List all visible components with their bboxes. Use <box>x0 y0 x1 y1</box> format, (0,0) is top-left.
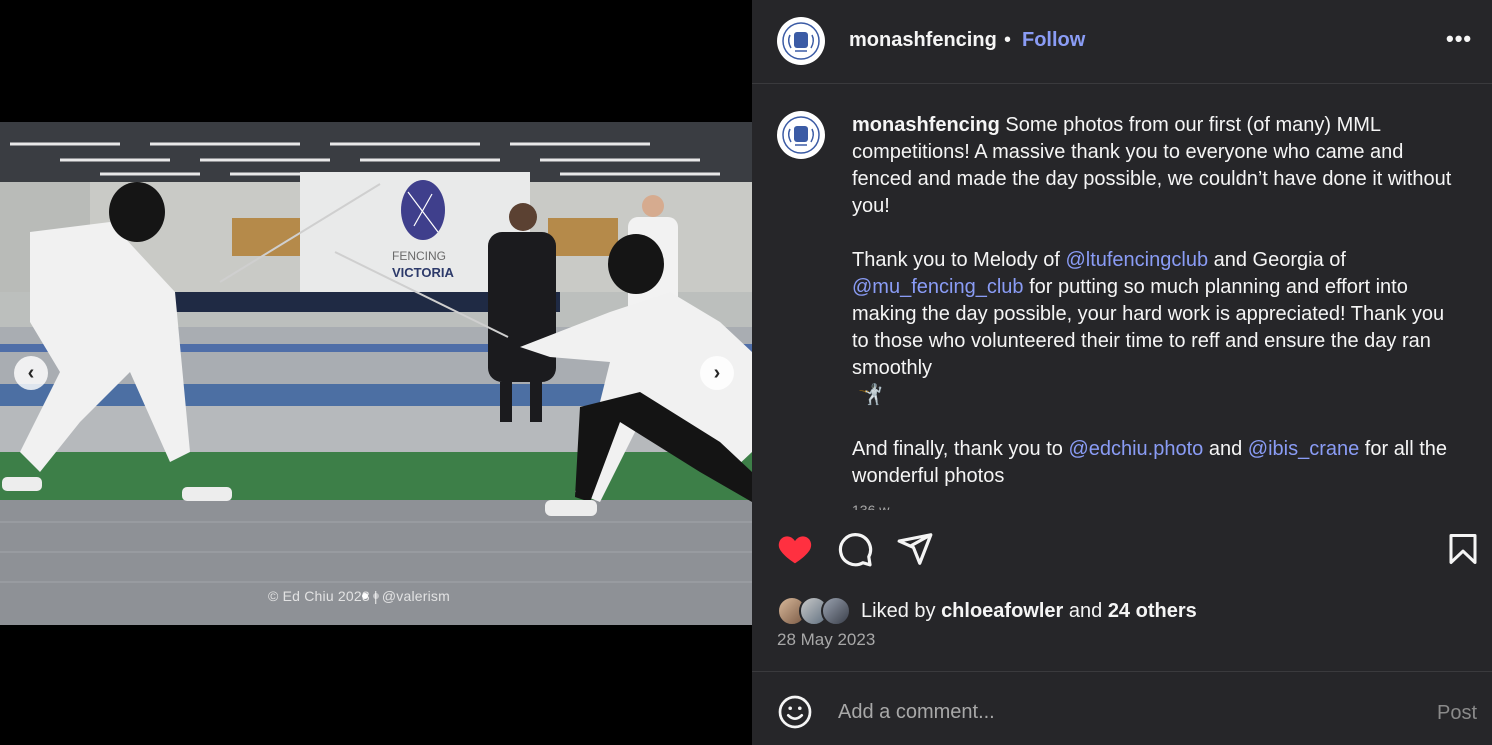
caption-author[interactable]: monashfencing <box>852 114 1000 136</box>
action-bar <box>752 530 1492 578</box>
caption-section: monashfencing Some photos from our first… <box>752 84 1492 510</box>
caption-paragraph: Thank you to Melody of @ltufencingclub a… <box>852 247 1452 409</box>
carousel-dot <box>362 593 368 599</box>
bookmark-icon[interactable] <box>1445 530 1481 573</box>
avatar[interactable] <box>777 17 825 65</box>
comment-composer: Post <box>752 672 1492 745</box>
caption-text: And finally, thank you to <box>852 438 1069 460</box>
chevron-right-icon[interactable]: › <box>700 356 734 390</box>
separator-dot: • <box>1004 29 1012 51</box>
comment-icon[interactable] <box>836 530 874 573</box>
chevron-left-icon[interactable]: ‹ <box>14 356 48 390</box>
caption-text: and <box>1203 438 1248 460</box>
liked-by-user[interactable]: chloeafowler <box>941 600 1063 622</box>
mention-link[interactable]: @ltufencingclub <box>1065 249 1208 271</box>
mention-link[interactable]: @ibis_crane <box>1248 438 1359 460</box>
liked-by-and: and <box>1063 599 1108 622</box>
fencing-emoji-icon: 🤺 <box>858 384 883 406</box>
carousel-dot <box>373 593 379 599</box>
post-panel: monashfencing • Follow ••• monashfencing… <box>752 0 1492 745</box>
banner-line-1: FENCING <box>392 249 446 263</box>
carousel-dots <box>362 593 379 599</box>
likes-summary: Liked by chloeafowler and 24 others <box>777 595 1197 627</box>
comment-input[interactable] <box>836 700 1380 725</box>
club-logo-icon <box>782 116 820 154</box>
post-photo: FENCING VICTORIA <box>0 122 752 625</box>
mention-link[interactable]: @edchiu.photo <box>1068 438 1203 460</box>
post-header: monashfencing • Follow ••• <box>752 0 1492 84</box>
banner-line-2: VICTORIA <box>392 265 454 280</box>
heart-icon[interactable] <box>776 530 814 573</box>
post-author[interactable]: monashfencing <box>849 29 997 52</box>
follow-button[interactable]: Follow <box>1022 29 1085 52</box>
liked-by-others[interactable]: 24 others <box>1108 600 1197 622</box>
liked-by-text: Liked by chloeafowler and 24 others <box>861 600 1197 623</box>
prev-glyph: ‹ <box>27 361 35 384</box>
more-icon[interactable]: ••• <box>1446 26 1472 52</box>
caption-text: and Georgia of <box>1208 249 1346 271</box>
emoji-icon[interactable] <box>777 694 813 735</box>
mention-link[interactable]: @mu_fencing_club <box>852 276 1024 298</box>
post-comment-button[interactable]: Post <box>1437 702 1477 725</box>
post-caption: monashfencing Some photos from our first… <box>852 112 1452 510</box>
club-logo-icon <box>782 22 820 60</box>
media-viewer: FENCING VICTORIA ‹ › © Ed Chiu 2023 | @v… <box>0 0 752 745</box>
post-date[interactable]: 28 May 2023 <box>777 630 875 650</box>
liked-by-prefix: Liked by <box>861 599 942 622</box>
caption-text: Thank you to Melody of <box>852 249 1066 271</box>
liker-avatar[interactable] <box>821 596 851 626</box>
caption-paragraph: And finally, thank you to @edchiu.photo … <box>852 436 1452 490</box>
share-icon[interactable] <box>896 530 934 573</box>
avatar[interactable] <box>777 111 825 159</box>
next-glyph: › <box>713 361 721 384</box>
caption-time[interactable]: 136 w <box>852 502 889 510</box>
caption-paragraph: monashfencing Some photos from our first… <box>852 112 1452 220</box>
photo-watermark: © Ed Chiu 2023 | @valerism <box>268 588 450 604</box>
